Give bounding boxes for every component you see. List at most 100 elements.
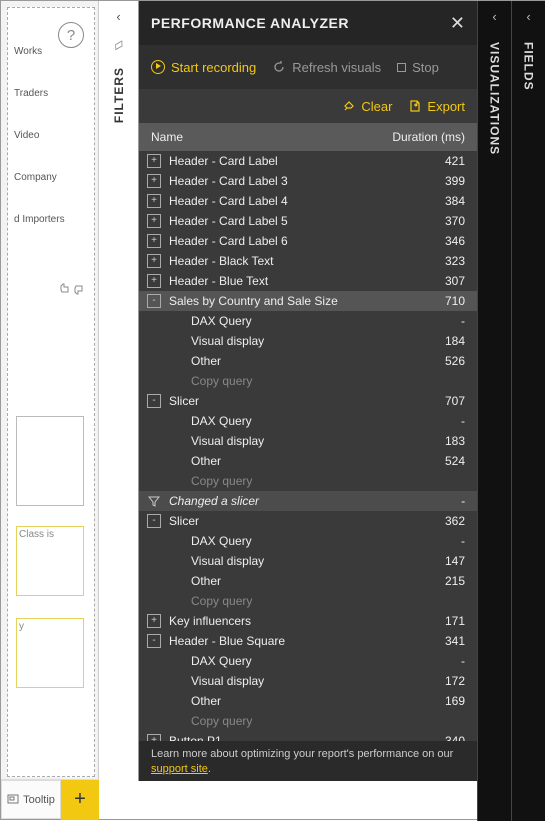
expand-icon[interactable]: +	[147, 254, 161, 268]
row-duration: 707	[415, 394, 465, 408]
clear-label: Clear	[361, 99, 392, 114]
canvas-text[interactable]: Company	[14, 172, 88, 184]
chevron-left-icon[interactable]: ‹	[116, 9, 120, 24]
export-button[interactable]: Export	[408, 99, 465, 114]
eraser-icon[interactable]: ▱	[110, 34, 128, 54]
export-label: Export	[427, 99, 465, 114]
row-duration: 421	[415, 154, 465, 168]
row-duration: 183	[415, 434, 465, 448]
copy-query-link[interactable]: Copy query	[139, 591, 477, 611]
collapse-icon[interactable]: -	[147, 514, 161, 528]
expand-icon[interactable]: +	[147, 214, 161, 228]
canvas-visual-3[interactable]: y	[16, 618, 84, 688]
page-tab-tooltip[interactable]: Tooltip	[1, 780, 61, 819]
chevron-left-icon[interactable]: ‹	[526, 9, 530, 24]
visual-row[interactable]: +Key influencers171	[139, 611, 477, 631]
copy-query-link[interactable]: Copy query	[139, 471, 477, 491]
row-duration: 147	[415, 554, 465, 568]
canvas-page[interactable]: ? Works Traders Video Company d Importers Cl…	[7, 7, 95, 777]
row-duration: -	[415, 494, 465, 508]
visual-row[interactable]: + Header - Card Label 6346	[139, 231, 477, 251]
row-duration: 384	[415, 194, 465, 208]
row-name: DAX Query	[169, 314, 415, 328]
grid-body[interactable]: +Header - Card Label421+Header - Card La…	[139, 151, 477, 741]
visual-row[interactable]: +Header - Black Text323	[139, 251, 477, 271]
fields-label: FIELDS	[522, 42, 536, 91]
metric-row: DAX Query-	[139, 531, 477, 551]
canvas-text[interactable]: Traders	[14, 88, 88, 100]
visual-row[interactable]: +Header - Card Label 3399	[139, 171, 477, 191]
row-duration: 323	[415, 254, 465, 268]
row-name: Header - Card Label 6	[169, 234, 415, 248]
row-duration: 362	[415, 514, 465, 528]
row-name: Copy query	[169, 714, 415, 728]
collapse-icon[interactable]: -	[147, 394, 161, 408]
visualizations-pane-collapsed[interactable]: ‹ VISUALIZATIONS	[477, 1, 511, 821]
expand-icon[interactable]: +	[147, 274, 161, 288]
thumbs-icons[interactable]	[58, 282, 88, 296]
add-page-button[interactable]: +	[61, 780, 99, 820]
row-name: Header - Blue Text	[169, 274, 415, 288]
row-name: Header - Card Label 3	[169, 174, 415, 188]
row-duration: -	[415, 314, 465, 328]
row-duration: 341	[415, 634, 465, 648]
row-duration: 215	[415, 574, 465, 588]
row-name: Header - Card Label 4	[169, 194, 415, 208]
expand-icon[interactable]: +	[147, 194, 161, 208]
stop-icon	[397, 63, 406, 72]
row-duration: 184	[415, 334, 465, 348]
row-duration: -	[415, 534, 465, 548]
canvas-text[interactable]: d Importers	[14, 214, 88, 226]
column-duration[interactable]: Duration (ms)	[392, 130, 465, 144]
copy-query-link[interactable]: Copy query	[139, 371, 477, 391]
row-name: Visual display	[169, 554, 415, 568]
chevron-left-icon[interactable]: ‹	[492, 9, 496, 24]
filters-pane-collapsed[interactable]: ‹ ▱ FILTERS	[99, 1, 139, 781]
clear-icon	[342, 99, 356, 113]
canvas-text[interactable]: Video	[14, 130, 88, 142]
expand-icon[interactable]: +	[147, 614, 161, 628]
clear-button[interactable]: Clear	[342, 99, 392, 114]
grid-header: Name Duration (ms)	[139, 123, 477, 151]
refresh-visuals-button[interactable]: Refresh visuals	[272, 60, 381, 75]
row-name: Visual display	[169, 674, 415, 688]
page-tab-label: Tooltip	[23, 794, 55, 806]
visual-row[interactable]: -Slicer707	[139, 391, 477, 411]
expand-icon[interactable]: +	[147, 234, 161, 248]
visual-row[interactable]: +Header - Card Label 5370	[139, 211, 477, 231]
start-recording-button[interactable]: Start recording	[151, 60, 256, 75]
close-icon[interactable]: ✕	[450, 13, 465, 34]
help-icon[interactable]: ?	[58, 22, 84, 48]
metric-row: Visual display172	[139, 671, 477, 691]
visual-row[interactable]: -Header - Blue Square341	[139, 631, 477, 651]
expand-icon[interactable]: +	[147, 734, 161, 741]
row-duration: 172	[415, 674, 465, 688]
canvas-visual-2[interactable]: Class is	[16, 526, 84, 596]
support-site-link[interactable]: support site	[151, 763, 208, 775]
visual-row[interactable]: + Header - Blue Text307	[139, 271, 477, 291]
collapse-icon[interactable]: -	[147, 294, 161, 308]
copy-query-link[interactable]: Copy query	[139, 711, 477, 731]
column-name[interactable]: Name	[151, 130, 392, 144]
visual-row[interactable]: +Button P1340	[139, 731, 477, 741]
visual-row[interactable]: + Header - Card Label 4384	[139, 191, 477, 211]
row-name: DAX Query	[169, 654, 415, 668]
row-name: Button P1	[169, 734, 415, 741]
metric-row: Visual display184	[139, 331, 477, 351]
canvas-visual-1[interactable]	[16, 416, 84, 506]
expand-icon[interactable]: +	[147, 174, 161, 188]
fields-pane-collapsed[interactable]: ‹ FIELDS	[511, 1, 545, 821]
visual-row[interactable]: -Slicer362	[139, 511, 477, 531]
row-duration: 370	[415, 214, 465, 228]
row-name: Slicer	[169, 514, 415, 528]
row-duration: 307	[415, 274, 465, 288]
expand-icon[interactable]: +	[147, 154, 161, 168]
panel-header: PERFORMANCE ANALYZER ✕	[139, 1, 477, 45]
row-duration: 346	[415, 234, 465, 248]
stop-button[interactable]: Stop	[397, 60, 439, 75]
visual-row[interactable]: +Header - Card Label421	[139, 151, 477, 171]
visual-row[interactable]: -Sales by Country and Sale Size710	[139, 291, 477, 311]
canvas-text[interactable]: Works	[14, 46, 88, 58]
row-duration: 710	[415, 294, 465, 308]
collapse-icon[interactable]: -	[147, 634, 161, 648]
